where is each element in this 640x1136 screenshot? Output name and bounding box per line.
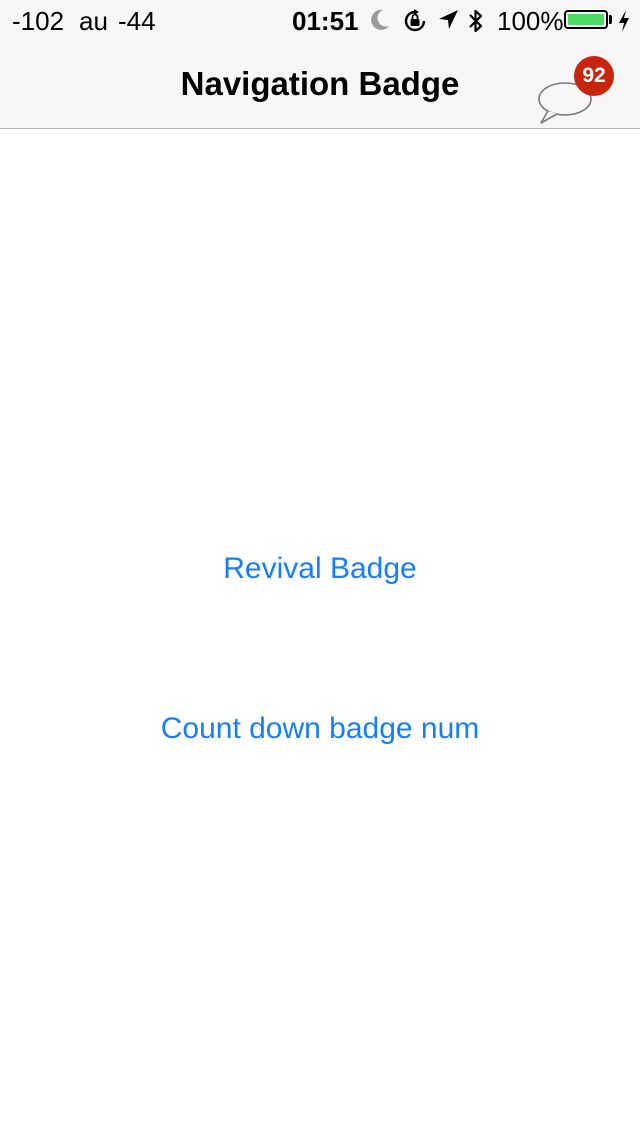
rotation-lock-icon bbox=[402, 8, 428, 41]
battery-tip bbox=[609, 15, 612, 24]
battery-icon bbox=[564, 10, 608, 29]
carrier-name: au bbox=[79, 6, 108, 36]
bluetooth-icon bbox=[467, 8, 485, 41]
signal-value-text: -44 bbox=[118, 6, 156, 36]
location-arrow-icon bbox=[437, 8, 459, 39]
count-down-badge-button[interactable]: Count down badge num bbox=[0, 709, 640, 749]
revival-badge-button[interactable]: Revival Badge bbox=[0, 549, 640, 589]
chat-bar-button[interactable]: 92 bbox=[528, 56, 620, 124]
notification-badge: 92 bbox=[574, 56, 614, 96]
moon-icon bbox=[369, 8, 391, 39]
battery-percent: 100% bbox=[497, 6, 564, 36]
charging-bolt-icon bbox=[617, 9, 631, 40]
navigation-bar: Navigation Badge 92 bbox=[0, 40, 640, 129]
signal-strength-text: -102 bbox=[12, 6, 65, 36]
status-bar: -102 au -44 01:51 100% bbox=[0, 0, 640, 40]
status-time: 01:51 bbox=[292, 6, 359, 36]
